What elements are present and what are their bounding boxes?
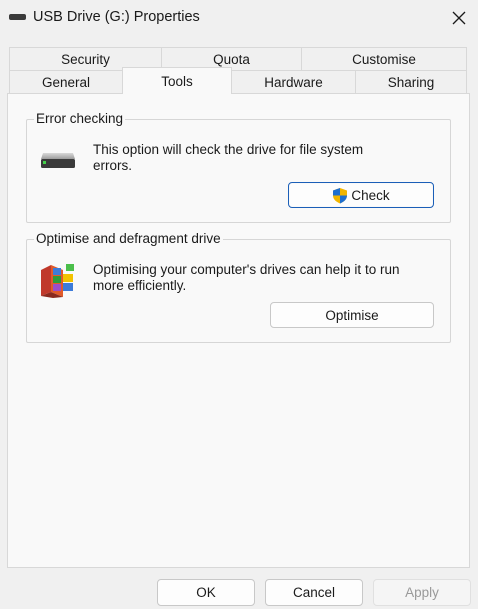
tab-hardware[interactable]: Hardware xyxy=(231,70,356,94)
tab-sharing[interactable]: Sharing xyxy=(355,70,467,94)
tab-label: Quota xyxy=(213,52,250,67)
tab-tools[interactable]: Tools xyxy=(122,67,232,94)
tab-label: Customise xyxy=(352,52,416,67)
error-checking-group: Error checking This option will check th… xyxy=(26,111,451,223)
tab-label: Tools xyxy=(161,73,193,89)
tab-label: Hardware xyxy=(264,75,323,90)
tab-label: Security xyxy=(61,52,110,67)
optimise-button[interactable]: Optimise xyxy=(270,302,434,328)
tools-tab-panel: Error checking This option will check th… xyxy=(7,93,470,568)
check-button[interactable]: Check xyxy=(288,182,434,208)
optimise-group: Optimise and defragment drive Optimising… xyxy=(26,231,451,343)
description-line: more efficiently. xyxy=(93,278,187,293)
description-line: errors. xyxy=(93,158,133,173)
cancel-button[interactable]: Cancel xyxy=(265,579,363,606)
optimise-button-label: Optimise xyxy=(325,307,379,323)
apply-button[interactable]: Apply xyxy=(373,579,471,606)
description-line: This option will check the drive for fil… xyxy=(93,142,364,157)
close-icon xyxy=(452,11,466,25)
tab-label: General xyxy=(41,75,91,90)
ok-button-label: OK xyxy=(196,585,216,600)
close-button[interactable] xyxy=(440,0,478,36)
optimise-description: Optimising your computer's drives can he… xyxy=(93,262,443,294)
tab-general[interactable]: General xyxy=(9,70,123,94)
apply-button-label: Apply xyxy=(405,585,439,600)
uac-shield-icon xyxy=(333,187,348,203)
optimise-legend: Optimise and defragment drive xyxy=(34,231,223,246)
title-bar: USB Drive (G:) Properties xyxy=(0,0,478,36)
ok-button[interactable]: OK xyxy=(157,579,255,606)
tab-customise[interactable]: Customise xyxy=(301,47,467,71)
error-checking-legend: Error checking xyxy=(34,111,126,126)
tab-label: Sharing xyxy=(387,75,435,90)
window-title: USB Drive (G:) Properties xyxy=(33,9,200,25)
hard-drive-icon xyxy=(40,150,76,173)
drive-icon xyxy=(9,14,26,20)
defragment-icon xyxy=(39,262,77,301)
check-button-label: Check xyxy=(351,187,390,203)
description-line: Optimising your computer's drives can he… xyxy=(93,262,400,277)
error-checking-description: This option will check the drive for fil… xyxy=(93,142,433,174)
cancel-button-label: Cancel xyxy=(292,585,336,600)
